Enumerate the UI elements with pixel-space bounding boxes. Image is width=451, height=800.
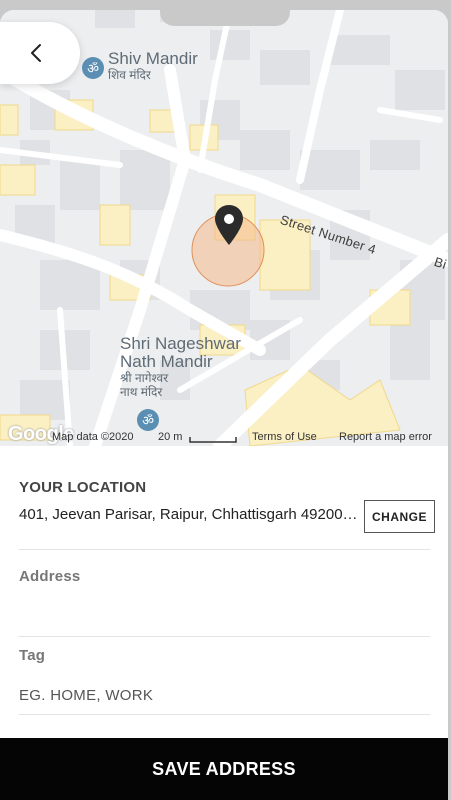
location-pin-icon <box>215 205 243 245</box>
save-address-button[interactable]: SAVE ADDRESS <box>0 738 448 800</box>
map-data-text: Map data ©2020 <box>52 431 134 443</box>
poi-name: Shiv Mandir <box>108 49 198 68</box>
chevron-left-icon <box>31 44 41 62</box>
app-frame: ॐ ॐ Shiv Mandir शिव मंदिर Shri Nageshwar… <box>0 10 448 800</box>
map-attribution: Map data ©2020 20 m Terms of Use Report … <box>0 430 448 446</box>
address-input[interactable] <box>19 594 430 624</box>
poi-name-hindi: श्री नागेश्वर नाथ मंदिर <box>120 371 169 399</box>
temple-icon-nageshwar: ॐ <box>137 409 159 431</box>
svg-text:ॐ: ॐ <box>142 414 154 429</box>
poi-name: Shri Nageshwar Nath Mandir <box>120 334 241 371</box>
poi-shiv-mandir[interactable]: Shiv Mandir शिव मंदिर <box>108 49 198 83</box>
svg-text:ॐ: ॐ <box>87 62 99 77</box>
scale-text: 20 m <box>158 431 183 443</box>
tag-label: Tag <box>19 647 46 664</box>
address-label: Address <box>19 568 81 585</box>
report-error-link[interactable]: Report a map error <box>339 431 432 443</box>
location-address: 401, Jeevan Parisar, Raipur, Chhattisgar… <box>19 506 361 523</box>
tag-input[interactable] <box>19 680 430 710</box>
change-location-button[interactable]: CHANGE <box>364 500 435 533</box>
terms-link[interactable]: Terms of Use <box>252 431 317 443</box>
temple-icon-shiv: ॐ <box>82 57 104 79</box>
your-location-label: YOUR LOCATION <box>19 479 147 496</box>
poi-nageshwar-mandir[interactable]: Shri Nageshwar Nath Mandir श्री नागेश्वर… <box>120 334 241 400</box>
back-button[interactable] <box>0 22 80 84</box>
top-notch <box>160 10 290 26</box>
divider <box>19 636 430 637</box>
poi-name-hindi: शिव मंदिर <box>108 68 151 82</box>
divider <box>19 549 430 550</box>
divider <box>19 714 430 715</box>
